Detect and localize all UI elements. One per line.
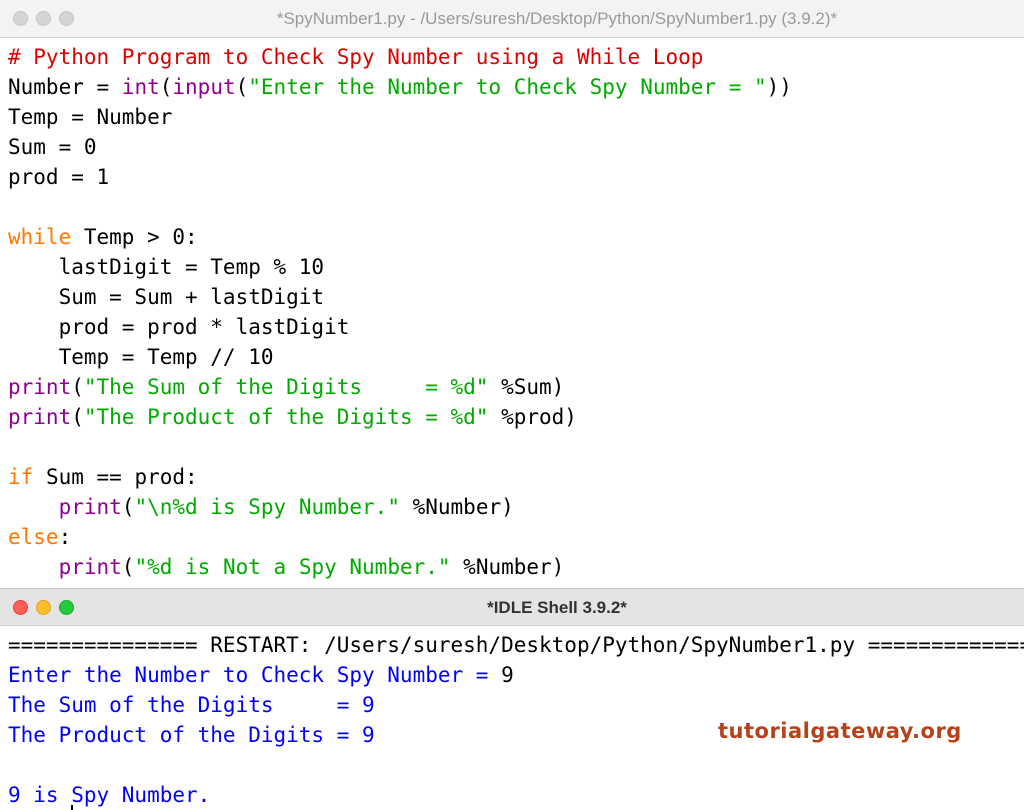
minimize-button[interactable] [36,11,51,26]
code-token: "The Sum of the Digits = %d" [83,375,489,399]
code-token: )) [766,75,792,99]
code-token: "%d is Not a Spy Number." [134,555,451,579]
code-token: else [8,525,59,549]
code-token: Temp = Temp // 10 [8,345,274,369]
shell-title: *IDLE Shell 3.9.2* [487,598,627,617]
code-line: print("%d is Not a Spy Number." %Number) [8,552,1024,582]
code-token: 9 [501,663,514,687]
code-token: Number = [8,75,122,99]
code-line: while Temp > 0: [8,222,1024,252]
close-button[interactable] [13,600,28,615]
code-token: "Enter the Number to Check Spy Number = … [248,75,767,99]
code-token: if [8,465,34,489]
code-line: prod = prod * lastDigit [8,312,1024,342]
shell-window-controls [13,600,74,615]
code-token: %Number) [399,495,514,519]
code-line: print("The Sum of the Digits = %d" %Sum) [8,372,1024,402]
zoom-button[interactable] [59,11,74,26]
watermark-logo: tutorialgateway.org [718,719,962,743]
code-token: %Sum) [488,375,565,399]
code-token: while [8,225,72,249]
code-token: ( [71,375,84,399]
code-token: %prod) [488,405,577,429]
code-token: ( [121,555,135,579]
code-token: int [121,75,160,99]
code-line: if Sum == prod: [8,462,1024,492]
code-token: 9 is Spy Number. [8,783,211,807]
editor-window: *SpyNumber1.py - /Users/suresh/Desktop/P… [0,0,1024,588]
text-cursor [71,805,73,810]
shell-line: The Sum of the Digits = 9 [8,690,1024,720]
editor-window-controls [13,11,74,26]
code-line: print("The Product of the Digits = %d" %… [8,402,1024,432]
code-token: prod = 1 [8,165,110,189]
code-token: print [58,555,122,579]
code-token: %Number) [450,555,565,579]
code-line: Number = int(input("Enter the Number to … [8,72,1024,102]
editor-code-area[interactable]: # Python Program to Check Spy Number usi… [8,42,1024,582]
code-token: print [58,495,122,519]
code-token: print [8,375,72,399]
code-line: else: [8,522,1024,552]
shell-window: *IDLE Shell 3.9.2* =============== RESTA… [0,588,1024,810]
shell-titlebar: *IDLE Shell 3.9.2* [0,588,1024,626]
code-token: Sum = Sum + lastDigit [8,285,325,309]
code-line: Temp = Temp // 10 [8,342,1024,372]
code-line: print("\n%d is Spy Number." %Number) [8,492,1024,522]
code-token: "\n%d is Spy Number." [134,495,400,519]
code-token: ( [235,75,249,99]
code-token: ( [71,405,84,429]
code-line: lastDigit = Temp % 10 [8,252,1024,282]
code-line: Sum = Sum + lastDigit [8,282,1024,312]
code-token: "The Product of the Digits = %d" [83,405,489,429]
code-token: Sum == prod: [33,465,198,489]
zoom-button[interactable] [59,600,74,615]
code-token: Sum = 0 [8,135,97,159]
code-token: Temp = Number [8,105,173,129]
code-line: Temp = Number [8,102,1024,132]
code-token: # Python Program to Check Spy Number usi… [8,45,704,69]
code-token: prod = prod * lastDigit [8,315,350,339]
code-token: print [8,405,72,429]
editor-titlebar: *SpyNumber1.py - /Users/suresh/Desktop/P… [0,0,1024,38]
shell-line: 9 is Spy Number. [8,780,1024,810]
code-token: lastDigit = Temp % 10 [8,255,325,279]
code-token: Enter the Number to Check Spy Number = [8,663,502,687]
shell-line: Enter the Number to Check Spy Number = 9 [8,660,1024,690]
code-token: The Sum of the Digits = 9 [8,693,375,717]
close-button[interactable] [13,11,28,26]
code-line: prod = 1 [8,162,1024,192]
code-token: =============== RESTART: /Users/suresh/D… [8,633,1024,657]
code-token: input [172,75,236,99]
code-token: ( [121,495,135,519]
code-line: # Python Program to Check Spy Number usi… [8,42,1024,72]
code-line: Sum = 0 [8,132,1024,162]
code-token: : [58,525,72,549]
shell-line: =============== RESTART: /Users/suresh/D… [8,630,1024,660]
code-token: Temp > 0: [71,225,198,249]
minimize-button[interactable] [36,600,51,615]
code-token: ( [159,75,173,99]
code-token: The Product of the Digits = 9 [8,723,375,747]
editor-title: *SpyNumber1.py - /Users/suresh/Desktop/P… [276,9,838,28]
